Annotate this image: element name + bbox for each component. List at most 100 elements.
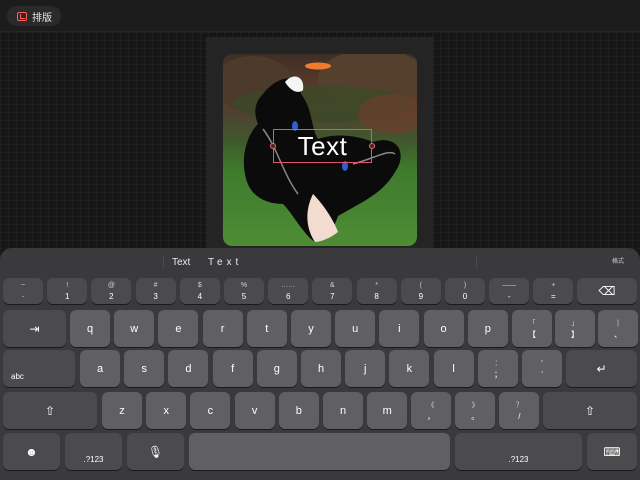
key-g[interactable]: g [256, 350, 297, 387]
key-h[interactable]: h [301, 350, 341, 387]
key-legend: 》。 [471, 400, 479, 422]
key-x[interactable]: x [146, 392, 187, 429]
key-upper-label: 》 [471, 401, 479, 409]
resize-handle-left[interactable] [270, 143, 276, 149]
key-legend: 「【 [528, 318, 536, 340]
hide-keyboard-key[interactable]: ⌨ [587, 433, 637, 470]
shift-right-key[interactable]: ⇧ [543, 392, 637, 429]
key-punct-z-1[interactable]: 》。 [455, 392, 496, 429]
key-label: x [163, 404, 169, 417]
layout-button[interactable]: 排版 [7, 6, 61, 26]
key-lower-label: 5 [241, 292, 247, 301]
key-l[interactable]: l [433, 350, 474, 387]
mic-key[interactable]: 🎙 [127, 433, 184, 470]
key-v[interactable]: v [234, 392, 275, 429]
key-lower-label: ； [494, 369, 502, 379]
key-u[interactable]: u [335, 310, 376, 347]
key-number-0[interactable]: ~ · [3, 278, 43, 304]
key-punct-q-0[interactable]: 「【 [512, 310, 552, 347]
key-number-1[interactable]: ! 1 [47, 278, 88, 304]
key-z[interactable]: z [102, 392, 142, 429]
key-legend: #3 [153, 280, 157, 302]
key-q[interactable]: q [70, 310, 110, 347]
layout-label: 排版 [32, 12, 52, 24]
key-lower-label: 1 [64, 292, 70, 301]
emoji-key[interactable]: ☻ [3, 433, 60, 470]
numbers-mode-right-key[interactable]: .?123 [455, 433, 582, 470]
key-punct-q-2[interactable]: |、 [598, 310, 638, 347]
key-label: c [207, 404, 214, 417]
key-lower-label: 【 [528, 329, 536, 339]
candidate-text-1[interactable]: Text [172, 257, 190, 268]
key-p[interactable]: p [467, 310, 508, 347]
key-r[interactable]: r [202, 310, 243, 347]
key-legend: ：； [494, 358, 502, 380]
shift-left-key[interactable]: ⇧ [3, 392, 97, 429]
key-number-9[interactable]: (9 [400, 278, 441, 304]
key-b[interactable]: b [278, 392, 319, 429]
key-lower-label: - [507, 292, 511, 301]
format-button[interactable]: 格式 [612, 256, 624, 265]
key-upper-label: ~ [20, 282, 26, 289]
key-punct-z-2[interactable]: ？ / [499, 392, 540, 429]
tab-key[interactable]: ⇥ [3, 310, 66, 347]
resize-handle-right[interactable] [369, 143, 375, 149]
space-key[interactable] [189, 433, 450, 470]
key-c[interactable]: c [190, 392, 231, 429]
text-layer-selection[interactable]: Text [273, 129, 372, 163]
key-number-4[interactable]: $4 [179, 278, 220, 304]
key-label: e [175, 322, 182, 335]
key-lower-label: 】 [571, 329, 579, 339]
key-k[interactable]: k [389, 350, 430, 387]
key-legend: $4 [198, 280, 202, 302]
key-label: p [484, 322, 491, 335]
abc-key[interactable]: abc [3, 350, 75, 387]
key-upper-label: + [551, 282, 556, 289]
key-punct-z-0[interactable]: 《， [411, 392, 451, 429]
key-s[interactable]: s [124, 350, 165, 387]
delete-key[interactable]: ⌫ [577, 278, 637, 304]
key-label: z [119, 404, 125, 417]
key-m[interactable]: m [367, 392, 408, 429]
key-label: n [339, 404, 347, 417]
key-upper-label: —— [502, 282, 517, 289]
emoji-icon: ☻ [25, 444, 38, 459]
key-y[interactable]: y [291, 310, 331, 347]
key-number-2[interactable]: @2 [91, 278, 132, 304]
key-a[interactable]: a [80, 350, 120, 387]
key-e[interactable]: e [158, 310, 199, 347]
key-lower-label: ， [427, 411, 435, 421]
key-d[interactable]: d [168, 350, 209, 387]
key-lower-label: 。 [471, 411, 480, 421]
key-o[interactable]: o [423, 310, 464, 347]
key-number-8[interactable]: * 8 [356, 278, 397, 304]
key-punct-q-1[interactable]: 」】 [555, 310, 595, 347]
candidate-divider [163, 256, 164, 268]
key-label: r [220, 322, 225, 335]
key-j[interactable]: j [345, 350, 386, 387]
key-number-6[interactable]: …… 6 [268, 278, 309, 304]
return-key[interactable]: ↵ [566, 350, 637, 387]
key-number-12[interactable]: + = [533, 278, 574, 304]
numbers-mode-left-key[interactable]: .?123 [65, 433, 122, 470]
key-number-3[interactable]: #3 [135, 278, 176, 304]
key-legend: % 5 [241, 280, 247, 302]
keyboard-panel: Text Text 格式 ~ ·! 1 @2 #3 $4 % 5 …… 6 & 7 * 8(9) 0 —— - +… [0, 248, 640, 480]
key-f[interactable]: f [212, 350, 253, 387]
key-number-5[interactable]: % 5 [224, 278, 264, 304]
keyboard-hide-icon: ⌨ [603, 444, 621, 459]
key-w[interactable]: w [114, 310, 155, 347]
key-number-7[interactable]: & 7 [312, 278, 353, 304]
key-punct-a-1[interactable]: “‘ [522, 350, 563, 387]
candidate-divider [476, 256, 477, 268]
candidate-text-2[interactable]: Text [208, 257, 242, 268]
key-t[interactable]: t [246, 310, 287, 347]
key-label: t [265, 322, 269, 335]
key-n[interactable]: n [323, 392, 363, 429]
key-upper-label: ： [494, 359, 502, 367]
canvas-text[interactable]: Text [298, 131, 348, 162]
key-number-10[interactable]: ) 0 [445, 278, 485, 304]
key-i[interactable]: i [379, 310, 420, 347]
key-punct-a-0[interactable]: ：； [478, 350, 518, 387]
key-number-11[interactable]: —— - [489, 278, 530, 304]
